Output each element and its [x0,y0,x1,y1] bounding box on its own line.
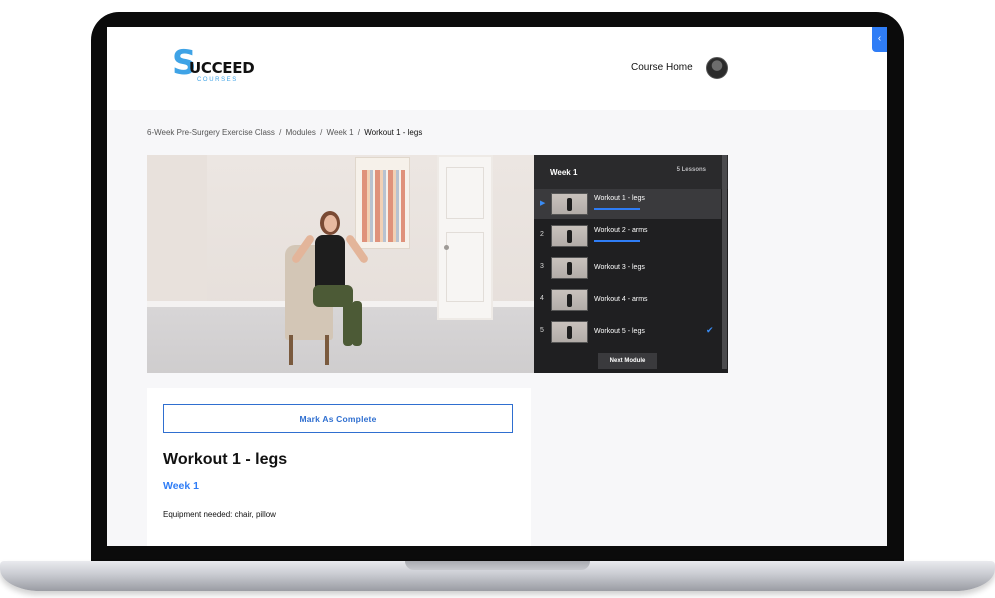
lesson-label: Workout 5 - legs [594,328,645,335]
lesson-playlist: Week 1 5 Lessons ▶ Workout 1 - legs 2 Wo… [534,155,728,373]
lesson-thumbnail [551,193,588,215]
lesson-equipment: Equipment needed: chair, pillow [163,510,276,519]
video-person-body [315,235,345,290]
lesson-thumbnail [551,225,588,247]
playlist-item[interactable]: ▶ Workout 1 - legs [534,189,721,219]
avatar[interactable] [706,57,728,79]
lesson-progress [594,240,640,242]
video-person-shin [352,301,362,346]
playlist-item[interactable]: 2 Workout 2 - arms [534,221,721,251]
video-person-face [324,215,337,232]
playlist-item[interactable]: 3 Workout 3 - legs [534,253,721,283]
play-icon: ▶ [540,200,546,207]
sidebar-toggle-button[interactable]: ‹ [872,27,887,52]
site-header: S UCCEED COURSES Course Home ‹ [107,27,887,110]
video-door [437,155,493,320]
video-player[interactable] [147,155,534,373]
mark-complete-button[interactable]: Mark As Complete [163,404,513,433]
course-home-link[interactable]: Course Home [631,62,693,73]
breadcrumb: 6-Week Pre-Surgery Exercise Class / Modu… [147,128,422,137]
lesson-week: Week 1 [163,480,199,492]
breadcrumb-item-modules[interactable]: Modules [286,128,316,137]
lesson-number: 4 [540,295,544,302]
lesson-label: Workout 1 - legs [594,195,645,202]
lesson-progress [594,208,640,210]
lesson-thumbnail [551,321,588,343]
lesson-card: Mark As Complete Workout 1 - legs Week 1… [147,388,531,546]
breadcrumb-item-course[interactable]: 6-Week Pre-Surgery Exercise Class [147,128,275,137]
lesson-thumbnail [551,257,588,279]
playlist-count: 5 Lessons [676,167,706,173]
logo-wordmark: UCCEED [189,59,255,77]
playlist-item[interactable]: 5 Workout 5 - legs ✔ [534,317,721,347]
breadcrumb-separator: / [357,128,360,137]
lesson-thumbnail [551,289,588,311]
breadcrumb-item-week[interactable]: Week 1 [327,128,354,137]
next-module-button[interactable]: Next Module [598,353,657,369]
breadcrumb-separator: / [279,128,282,137]
playlist-scrollbar[interactable] [722,155,727,369]
breadcrumb-separator: / [320,128,323,137]
playlist-item[interactable]: 4 Workout 4 - arms [534,285,721,315]
lesson-progress-fill [594,240,640,242]
chevron-left-icon: ‹ [877,33,882,44]
lesson-number: 2 [540,231,544,238]
screen: S UCCEED COURSES Course Home ‹ 6-Week Pr… [107,27,887,546]
lesson-label: Workout 2 - arms [594,227,648,234]
logo[interactable]: S UCCEED COURSES [172,45,262,85]
breadcrumb-current: Workout 1 - legs [364,128,423,137]
lesson-number: 5 [540,327,544,334]
playlist-header: Week 1 5 Lessons [534,155,728,189]
video-poster [355,157,410,249]
video-chair-leg [325,335,329,365]
laptop-notch [405,561,590,570]
playlist-title: Week 1 [550,168,578,177]
lesson-title: Workout 1 - legs [163,451,288,468]
check-icon: ✔ [706,325,714,335]
lesson-progress-fill [594,208,640,210]
logo-subtitle: COURSES [197,77,238,83]
lesson-label: Workout 4 - arms [594,296,648,303]
lesson-number: 3 [540,263,544,270]
lesson-label: Workout 3 - legs [594,264,645,271]
video-chair-leg [289,335,293,365]
